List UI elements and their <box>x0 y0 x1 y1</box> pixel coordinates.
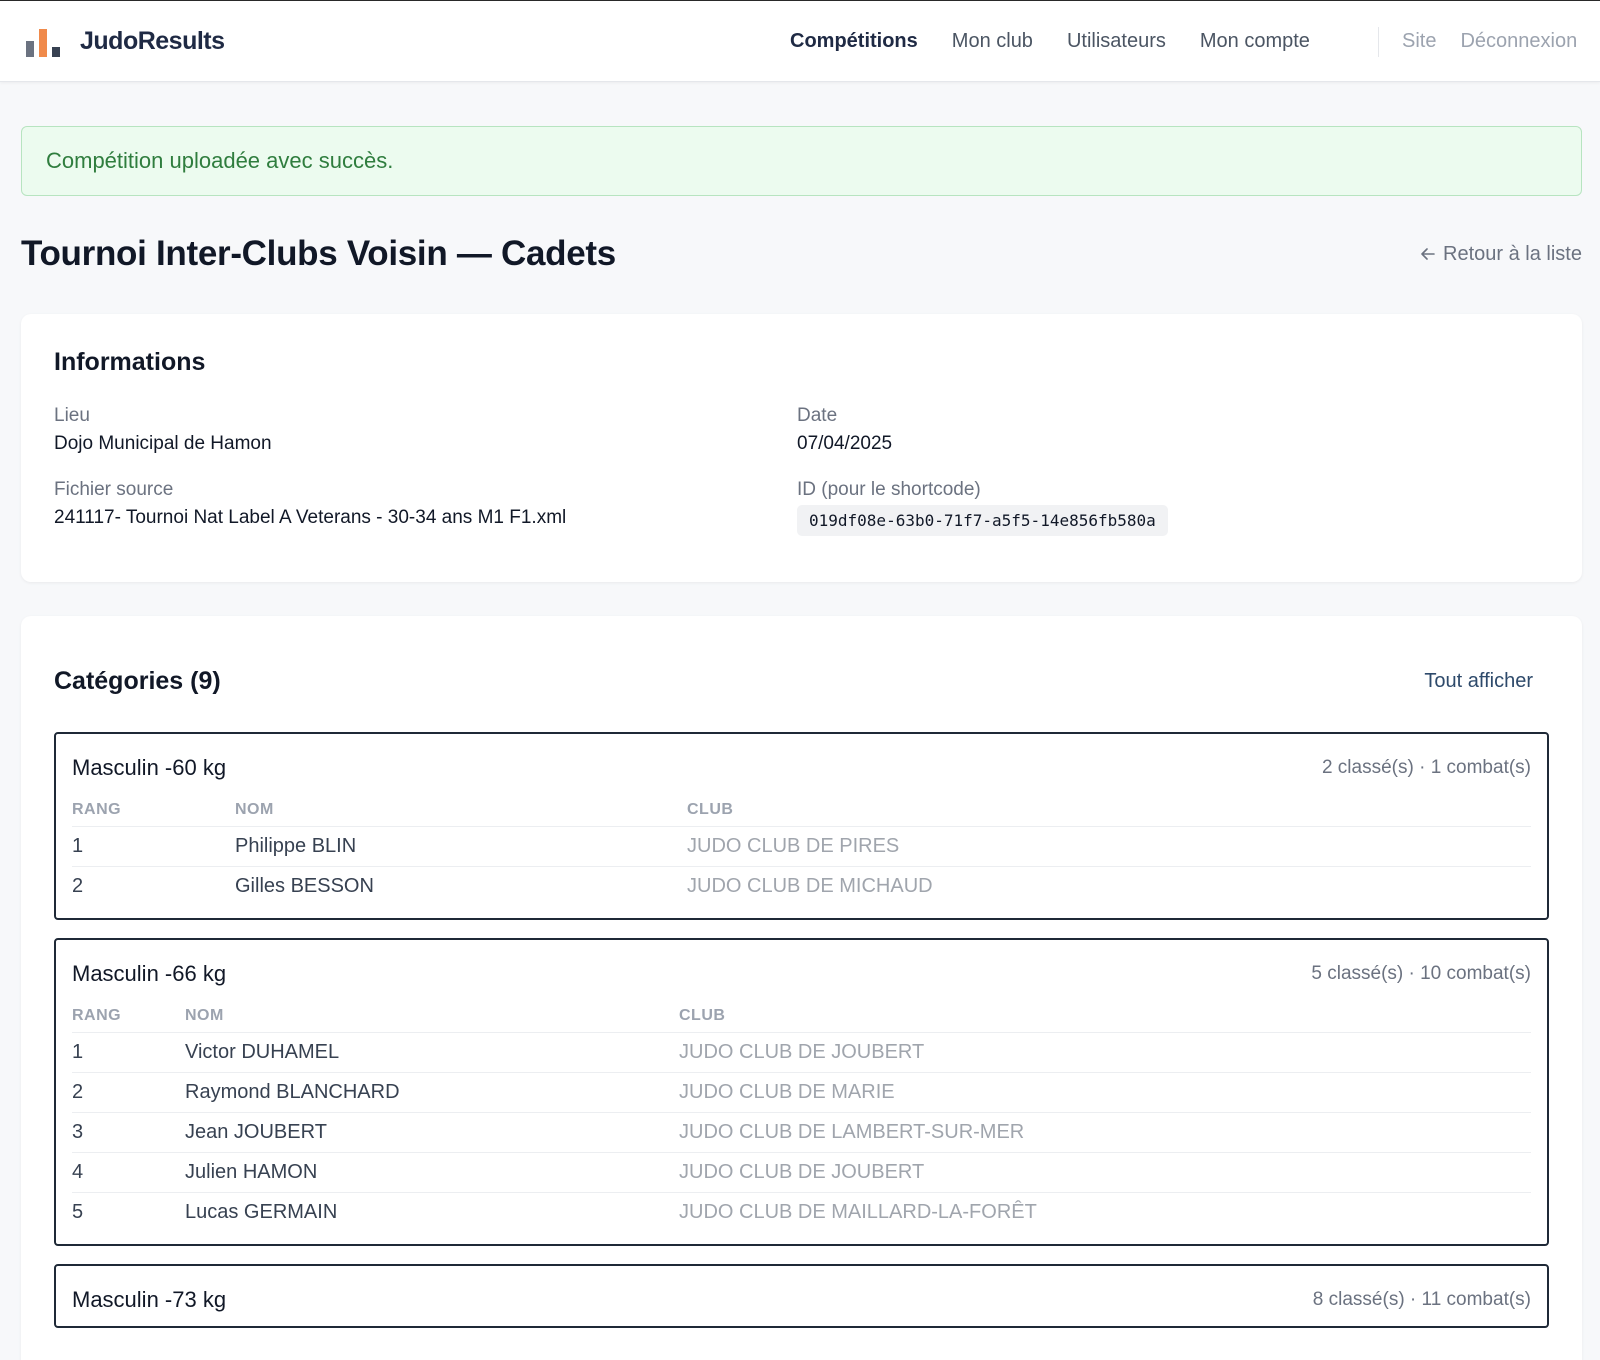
column-header-rang: RANG <box>72 1000 185 1033</box>
categories-title: Catégories (9) <box>54 666 221 695</box>
shortcode-id-value[interactable]: 019df08e-63b0-71f7-a5f5-14e856fb580a <box>797 505 1168 536</box>
date-label: Date <box>797 405 838 426</box>
nav-site[interactable]: Site <box>1402 30 1436 53</box>
club-cell: JUDO CLUB DE JOUBERT <box>679 1152 1531 1193</box>
show-all-link[interactable]: Tout afficher <box>1424 670 1549 693</box>
informations-title: Informations <box>54 348 206 376</box>
informations-card: Informations Lieu Dojo Municipal de Hamo… <box>21 314 1582 582</box>
category-name: Masculin -73 kg <box>72 1287 227 1312</box>
table-row: 4 Julien HAMON JUDO CLUB DE JOUBERT <box>72 1152 1531 1193</box>
athlete-name-cell: Jean JOUBERT <box>185 1112 679 1153</box>
table-row: 5 Lucas GERMAIN JUDO CLUB DE MAILLARD-LA… <box>72 1192 1531 1232</box>
rank-cell: 1 <box>72 1032 185 1073</box>
club-cell: JUDO CLUB DE MARIE <box>679 1072 1531 1113</box>
column-header-club: CLUB <box>687 794 1531 827</box>
main-content: Compétition uploadée avec succès. Tourno… <box>0 82 1600 1360</box>
column-header-rang: RANG <box>72 794 235 827</box>
category-name: Masculin -60 kg <box>72 755 227 780</box>
athlete-name-cell: Philippe BLIN <box>235 826 687 867</box>
category-block: Masculin -73 kg 8 classé(s) · 11 combat(… <box>54 1264 1549 1328</box>
rank-cell: 3 <box>72 1112 185 1153</box>
lieu-value: Dojo Municipal de Hamon <box>54 433 272 454</box>
brand[interactable]: JudoResults <box>26 25 225 57</box>
athlete-name-cell: Raymond BLANCHARD <box>185 1072 679 1113</box>
category-meta: 2 classé(s) · 1 combat(s) <box>1321 757 1531 778</box>
table-row: 3 Jean JOUBERT JUDO CLUB DE LAMBERT-SUR-… <box>72 1112 1531 1153</box>
date-value: 07/04/2025 <box>797 433 893 454</box>
rank-cell: 2 <box>72 1072 185 1113</box>
rank-cell: 4 <box>72 1152 185 1193</box>
rank-cell: 1 <box>72 826 235 867</box>
bar-chart-logo-icon <box>26 25 62 57</box>
secondary-nav: Site Déconnexion <box>1402 1 1577 81</box>
table-header-row: RANG NOM CLUB <box>72 1000 1531 1033</box>
nav-mon-compte[interactable]: Mon compte <box>1200 30 1310 53</box>
column-header-nom: NOM <box>185 1000 679 1033</box>
table-row: 2 Gilles BESSON JUDO CLUB DE MICHAUD <box>72 866 1531 906</box>
shortcode-id-label: ID (pour le shortcode) <box>797 479 981 500</box>
source-file-value: 241117- Tournoi Nat Label A Veterans - 3… <box>54 507 567 528</box>
lieu-label: Lieu <box>54 405 90 426</box>
column-header-club: CLUB <box>679 1000 1531 1033</box>
table-row: 2 Raymond BLANCHARD JUDO CLUB DE MARIE <box>72 1072 1531 1113</box>
informations-grid: Lieu Dojo Municipal de Hamon Date 07/04/… <box>54 405 1549 536</box>
table-row: 1 Philippe BLIN JUDO CLUB DE PIRES <box>72 826 1531 867</box>
athlete-name-cell: Julien HAMON <box>185 1152 679 1193</box>
category-header: Masculin -66 kg 5 classé(s) · 10 combat(… <box>72 960 1531 988</box>
title-row: Tournoi Inter-Clubs Voisin — Cadets Reto… <box>21 232 1582 276</box>
alert-message: Compétition uploadée avec succès. <box>46 148 394 173</box>
date-field: Date 07/04/2025 <box>797 405 1549 455</box>
category-header: Masculin -73 kg 8 classé(s) · 11 combat(… <box>72 1286 1531 1314</box>
category-block: Masculin -60 kg 2 classé(s) · 1 combat(s… <box>54 732 1549 920</box>
category-meta: 5 classé(s) · 10 combat(s) <box>1311 963 1531 984</box>
club-cell: JUDO CLUB DE LAMBERT-SUR-MER <box>679 1112 1531 1153</box>
arrow-left-icon <box>1421 248 1435 260</box>
categories-card: Catégories (9) Tout afficher Masculin -6… <box>21 616 1582 1360</box>
back-to-list-link[interactable]: Retour à la liste <box>1419 243 1582 266</box>
shortcode-id-field: ID (pour le shortcode) 019df08e-63b0-71f… <box>797 479 1549 536</box>
table-row: 1 Victor DUHAMEL JUDO CLUB DE JOUBERT <box>72 1032 1531 1073</box>
categories-header: Catégories (9) Tout afficher <box>54 666 1549 696</box>
category-header: Masculin -60 kg 2 classé(s) · 1 combat(s… <box>72 754 1531 782</box>
table-header-row: RANG NOM CLUB <box>72 794 1531 827</box>
category-block: Masculin -66 kg 5 classé(s) · 10 combat(… <box>54 938 1549 1246</box>
rank-cell: 5 <box>72 1200 84 1223</box>
source-file-field: Fichier source 241117- Tournoi Nat Label… <box>54 479 797 536</box>
nav-divider <box>1378 27 1379 57</box>
column-header-nom: NOM <box>235 794 687 827</box>
results-table: RANG NOM CLUB 1 Philippe BLIN JUDO CLUB … <box>72 794 1531 906</box>
athlete-name-cell: Victor DUHAMEL <box>185 1032 679 1073</box>
club-cell: JUDO CLUB DE PIRES <box>687 826 1531 867</box>
source-file-label: Fichier source <box>54 479 174 500</box>
athlete-name-cell: Lucas GERMAIN <box>185 1200 338 1223</box>
nav-competitions[interactable]: Compétitions <box>790 30 918 53</box>
rank-cell: 2 <box>72 874 84 897</box>
page-title: Tournoi Inter-Clubs Voisin — Cadets <box>21 234 616 273</box>
top-navbar: JudoResults Compétitions Mon club Utilis… <box>0 1 1600 82</box>
back-link-label: Retour à la liste <box>1443 242 1582 265</box>
success-alert: Compétition uploadée avec succès. <box>21 126 1582 196</box>
club-cell: JUDO CLUB DE JOUBERT <box>679 1032 1531 1073</box>
nav-deconnexion[interactable]: Déconnexion <box>1460 30 1577 53</box>
nav-mon-club[interactable]: Mon club <box>952 30 1033 53</box>
athlete-name-cell: Gilles BESSON <box>235 874 374 897</box>
category-name: Masculin -66 kg <box>72 961 227 986</box>
category-meta: 8 classé(s) · 11 combat(s) <box>1312 1289 1531 1310</box>
results-table: RANG NOM CLUB 1 Victor DUHAMEL JUDO CLUB… <box>72 1000 1531 1232</box>
lieu-field: Lieu Dojo Municipal de Hamon <box>54 405 797 455</box>
club-cell: JUDO CLUB DE MICHAUD <box>687 874 933 897</box>
brand-name: JudoResults <box>80 26 225 55</box>
nav-utilisateurs[interactable]: Utilisateurs <box>1067 30 1166 53</box>
main-nav: Compétitions Mon club Utilisateurs Mon c… <box>790 1 1310 81</box>
club-cell: JUDO CLUB DE MAILLARD-LA-FORÊT <box>679 1200 1037 1223</box>
